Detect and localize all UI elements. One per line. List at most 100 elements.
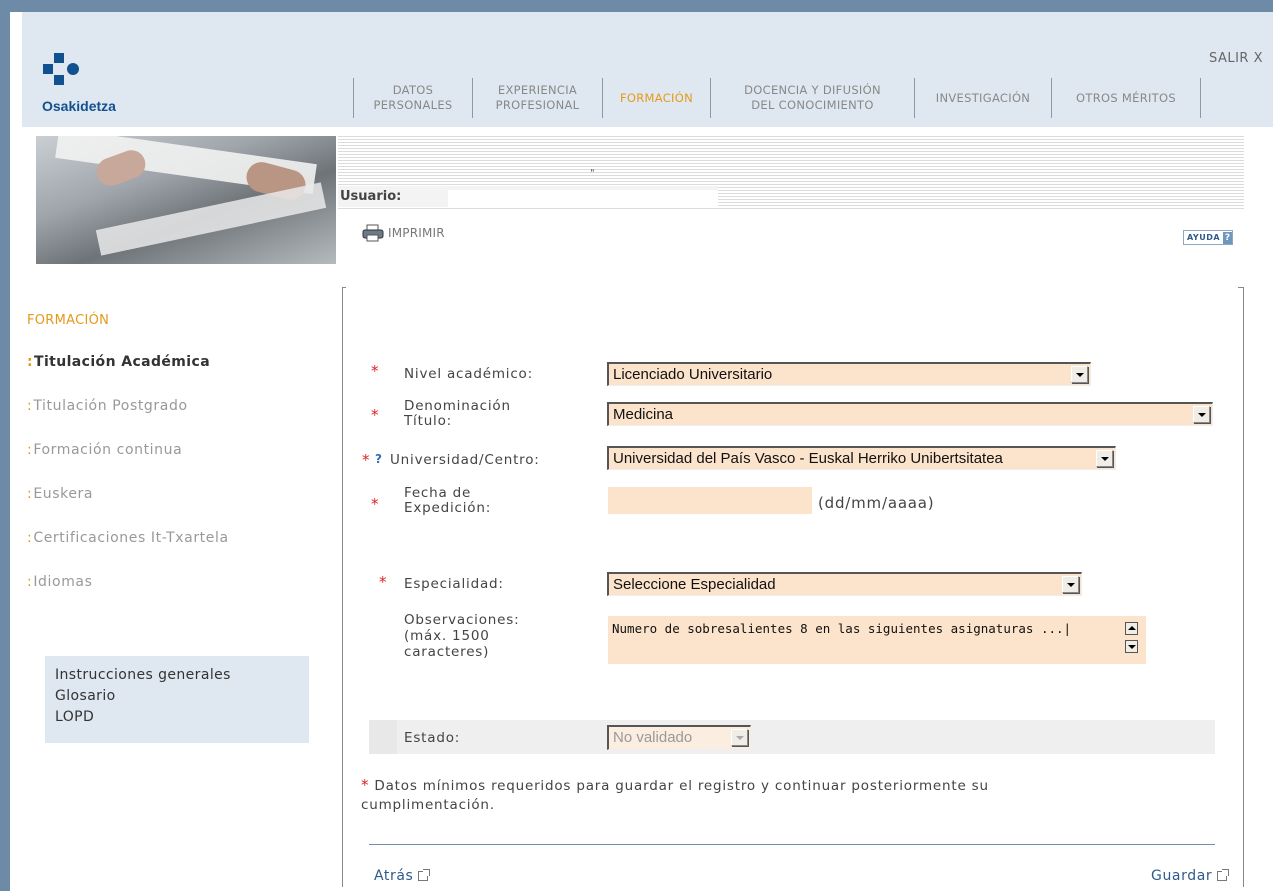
- tab-label-line1: DOCENCIA Y DIFUSIÓN: [744, 83, 881, 97]
- chevron-down-icon[interactable]: [1096, 450, 1113, 467]
- external-link-icon: [1217, 869, 1230, 881]
- required-marker: *: [362, 451, 370, 469]
- tab-formacion[interactable]: FORMACIÓN: [602, 78, 710, 118]
- tab-label-line1: DATOS: [392, 83, 434, 97]
- scroll-up-icon[interactable]: [1125, 622, 1138, 635]
- sidebar-item-label: Titulación Postgrado: [33, 398, 188, 414]
- sidebar-item-label: Titulación Académica: [34, 354, 211, 370]
- main-nav: DATOS PERSONALES EXPERIENCIA PROFESIONAL F…: [353, 78, 1201, 120]
- back-link[interactable]: Atrás: [374, 868, 431, 884]
- especialidad-select[interactable]: Seleccione Especialidad: [607, 572, 1082, 596]
- observaciones-label-line3: caracteres): [404, 644, 490, 660]
- form-divider: [369, 844, 1215, 845]
- bullet-icon: :: [27, 486, 33, 502]
- user-label-text: Usuario:: [340, 189, 402, 204]
- chevron-down-icon[interactable]: [1071, 366, 1088, 383]
- required-marker: *: [371, 495, 379, 513]
- required-marker: *: [371, 362, 379, 380]
- fecha-label-line1: Fecha de: [404, 485, 472, 501]
- denominacion-value: Medicina: [613, 406, 674, 423]
- tab-investigacion[interactable]: INVESTIGACIÓN: [914, 78, 1051, 118]
- tab-label-line1: FORMACIÓN: [619, 90, 694, 105]
- chevron-down-icon[interactable]: [1193, 406, 1210, 423]
- estado-select: No validado: [607, 725, 751, 750]
- user-marker: ": [590, 168, 595, 179]
- help-button[interactable]: AYUDA ?: [1183, 230, 1233, 245]
- sidebar-item-idiomas[interactable]: :Idiomas: [27, 574, 317, 618]
- especialidad-value: Seleccione Especialidad: [613, 576, 776, 593]
- window-top-border: [0, 0, 1273, 12]
- print-label: IMPRIMIR: [388, 226, 445, 240]
- sidebar-item-titulacion-postgrado[interactable]: :Titulación Postgrado: [27, 398, 317, 442]
- sidebar-links-box: Instrucciones generales Glosario LOPD: [45, 656, 309, 743]
- bullet-icon: :: [27, 574, 33, 590]
- denominacion-label-line1: Denominación: [404, 398, 511, 414]
- chevron-down-icon[interactable]: [1062, 576, 1079, 593]
- bullet-icon: :: [27, 442, 33, 458]
- date-format-hint: (dd/mm/aaaa): [818, 494, 935, 512]
- user-label: Usuario:: [338, 186, 718, 207]
- tab-docencia-difusion[interactable]: DOCENCIA Y DIFUSIÓN DEL CONOCIMIENTO: [710, 78, 914, 118]
- universidad-select[interactable]: Universidad del País Vasco - Euskal Herr…: [607, 446, 1116, 470]
- required-marker: *: [371, 406, 379, 424]
- scroll-down-icon[interactable]: [1125, 640, 1138, 653]
- nivel-academico-select[interactable]: Licenciado Universitario: [607, 362, 1091, 386]
- denominacion-select[interactable]: Medicina: [607, 402, 1213, 426]
- note-line1: Datos mínimos requeridos para guardar el…: [374, 778, 989, 794]
- denominacion-label: Denominación Título:: [404, 399, 511, 429]
- tab-datos-personales[interactable]: DATOS PERSONALES: [353, 78, 472, 118]
- universidad-value: Universidad del País Vasco - Euskal Herr…: [613, 450, 1003, 467]
- observaciones-textarea[interactable]: Numero de sobresalientes 8 en las siguie…: [608, 616, 1146, 664]
- osakidetza-logo[interactable]: Osakidetza: [40, 50, 160, 120]
- tab-label-line2: PROFESIONAL: [495, 98, 580, 112]
- fecha-label: Fecha de Expedición:: [404, 486, 491, 516]
- fecha-label-line2: Expedición:: [404, 500, 492, 516]
- estado-row-inner: [397, 720, 1215, 754]
- link-glosario[interactable]: Glosario: [55, 686, 309, 707]
- question-icon: ?: [1223, 231, 1232, 244]
- required-marker: *: [361, 776, 370, 794]
- chevron-down-icon: [731, 729, 748, 746]
- window-left-border: [0, 12, 10, 891]
- sidebar-item-label: Euskera: [33, 486, 94, 502]
- sidebar-item-certificaciones[interactable]: :Certificaciones It-Txartela: [27, 530, 317, 574]
- help-label: AYUDA: [1187, 233, 1221, 242]
- nivel-academico-value: Licenciado Universitario: [613, 366, 773, 383]
- observaciones-label-line2: (máx. 1500: [404, 628, 490, 644]
- tab-label-line2: PERSONALES: [373, 98, 453, 112]
- form-frame-notch: [346, 286, 1238, 289]
- left-gutter: [10, 12, 22, 891]
- fecha-expedicion-input[interactable]: [608, 487, 812, 514]
- tab-label-line2: DEL CONOCIMIENTO: [751, 98, 874, 112]
- sidebar-item-formacion-continua[interactable]: :Formación continua: [27, 442, 317, 486]
- back-label: Atrás: [374, 868, 414, 884]
- printer-icon: [362, 224, 384, 242]
- user-value: [448, 190, 718, 207]
- estado-value: No validado: [613, 729, 693, 746]
- brand-name: Osakidetza: [42, 98, 116, 114]
- link-lopd[interactable]: LOPD: [55, 707, 309, 728]
- bullet-icon: :: [27, 354, 33, 370]
- exit-button[interactable]: SALIR X: [1209, 51, 1263, 66]
- observaciones-label: Observaciones: (máx. 1500 caracteres): [404, 612, 519, 660]
- sidebar-item-label: Certificaciones It-Txartela: [33, 530, 229, 546]
- sidebar-item-euskera[interactable]: :Euskera: [27, 486, 317, 530]
- link-instrucciones-generales[interactable]: Instrucciones generales: [55, 665, 309, 686]
- observaciones-label-line1: Observaciones:: [404, 612, 520, 628]
- universidad-label: Universidad/Centro:: [390, 452, 540, 468]
- external-link-icon: [418, 869, 431, 881]
- header-bar: Osakidetza SALIR X DATOS PERSONALES EXPER…: [22, 12, 1273, 127]
- tab-experiencia-profesional[interactable]: EXPERIENCIA PROFESIONAL: [472, 78, 602, 118]
- estado-row: [369, 720, 1215, 754]
- denominacion-label-line2: Título:: [404, 413, 453, 429]
- tab-label-line1: EXPERIENCIA: [497, 83, 578, 97]
- especialidad-label: Especialidad:: [404, 576, 504, 592]
- estado-label: Estado:: [404, 730, 461, 746]
- bullet-icon: :: [27, 398, 33, 414]
- sidebar-item-titulacion-academica[interactable]: :Titulación Académica: [27, 354, 317, 398]
- save-link[interactable]: Guardar: [1151, 868, 1230, 884]
- tab-otros-meritos[interactable]: OTROS MÉRITOS: [1051, 78, 1201, 118]
- print-button[interactable]: IMPRIMIR: [362, 224, 445, 242]
- user-band: Usuario: ": [338, 136, 1244, 209]
- help-question-icon[interactable]: ?: [375, 452, 382, 466]
